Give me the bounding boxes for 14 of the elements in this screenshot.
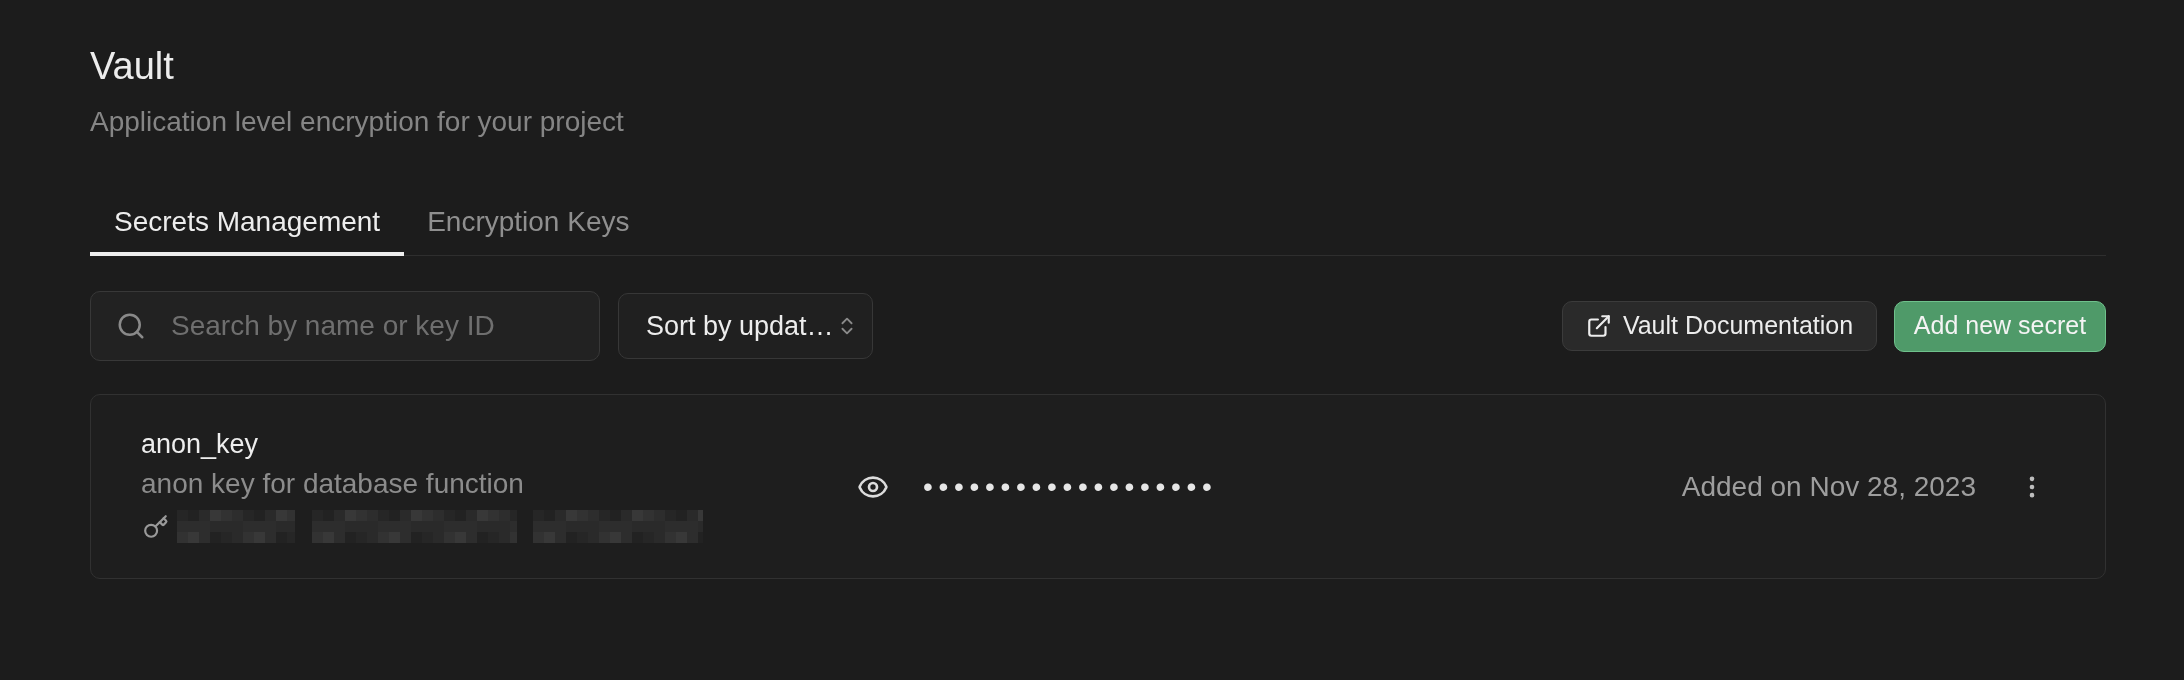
- added-date: Added on Nov 28, 2023: [1681, 469, 1976, 504]
- documentation-link-button[interactable]: Vault Documentation: [1562, 301, 1877, 351]
- tab[interactable]: Secrets Management: [90, 192, 405, 256]
- secret-description: anon key for database function: [141, 466, 524, 501]
- page-subtitle: Application level encryption for your project: [90, 105, 624, 139]
- page-title: Vault: [90, 44, 174, 89]
- sort-select[interactable]: Sort by updat…: [618, 293, 873, 359]
- tab[interactable]: Encryption Keys: [404, 192, 653, 256]
- external-link-icon: [1585, 313, 1612, 339]
- secret-name: anon_key: [141, 427, 259, 461]
- key-icon: [143, 513, 169, 540]
- masked-value: •••••••••••••••••••: [923, 469, 1218, 504]
- search-field[interactable]: Search by name or key ID: [90, 291, 600, 361]
- search-icon: [116, 311, 146, 341]
